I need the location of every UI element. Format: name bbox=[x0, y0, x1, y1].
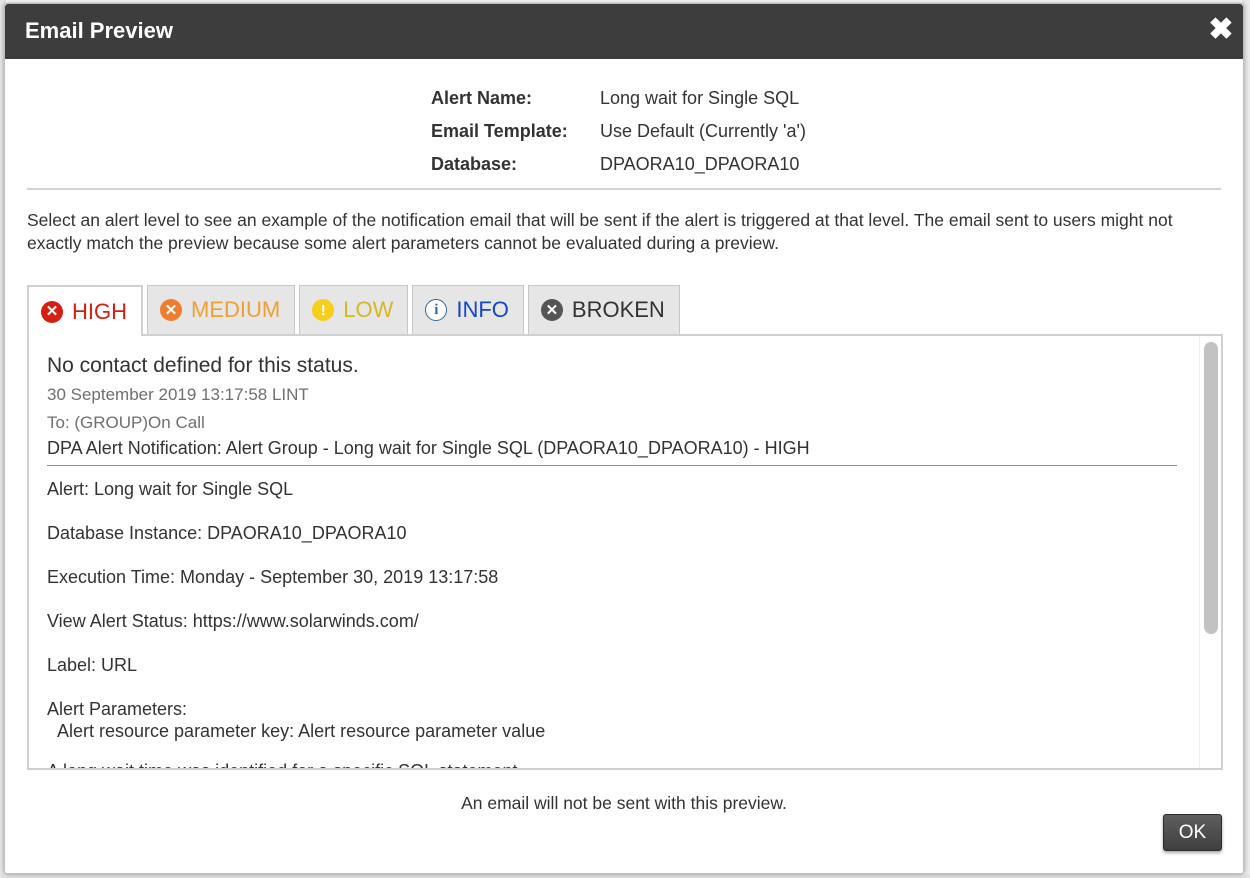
tab-label: LOW bbox=[343, 297, 394, 322]
email-body-line: Database Instance: DPAORA10_DPAORA10 bbox=[47, 523, 407, 543]
email-body-line: View Alert Status: https://www.solarwind… bbox=[47, 611, 419, 631]
email-date: 30 September 2019 13:17:58 LINT bbox=[47, 385, 309, 404]
email-divider bbox=[47, 465, 1177, 466]
email-body-line: Alert Parameters: bbox=[47, 699, 188, 719]
dialog-title: Email Preview bbox=[25, 18, 173, 43]
email-recipient: To: (GROUP)On Call bbox=[47, 413, 205, 432]
email-body-line-cutoff: A long wait time was identified for a sp… bbox=[47, 761, 518, 768]
meta-label: Email Template: bbox=[431, 121, 568, 141]
close-icon[interactable]: ✖ bbox=[1207, 14, 1235, 46]
email-body-line: Execution Time: Monday - September 30, 2… bbox=[47, 567, 499, 587]
email-body-line: Alert: Long wait for Single SQL bbox=[47, 479, 294, 499]
email-subject: No contact defined for this status. bbox=[47, 354, 359, 377]
email-body-line: Label: URL bbox=[47, 655, 138, 675]
tab-label: HIGH bbox=[72, 298, 127, 324]
x-circle-icon: ✕ bbox=[41, 300, 63, 323]
preview-scrollbar[interactable] bbox=[1199, 336, 1221, 768]
alert-meta: Alert Name: Long wait for Single SQL Ema… bbox=[431, 82, 806, 181]
dialog-titlebar: Email Preview ✖ bbox=[5, 4, 1243, 59]
tab-broken[interactable]: ✕ BROKEN bbox=[527, 285, 680, 334]
meta-row-database: Database: DPAORA10_DPAORA10 bbox=[431, 148, 806, 181]
divider bbox=[27, 188, 1221, 190]
background-page-bottom bbox=[0, 874, 1250, 878]
meta-label: Database: bbox=[431, 154, 518, 174]
tab-medium[interactable]: ✕ MEDIUM bbox=[147, 285, 296, 334]
ok-button[interactable]: OK bbox=[1163, 814, 1222, 851]
meta-row-email-template: Email Template: Use Default (Currently '… bbox=[431, 115, 806, 148]
instructions-text: Select an alert level to see an example … bbox=[27, 210, 1173, 253]
tab-high[interactable]: ✕ HIGH bbox=[27, 285, 143, 336]
email-preview-dialog: Email Preview ✖ Alert Name: Long wait fo… bbox=[4, 3, 1244, 874]
info-circle-icon: i bbox=[425, 299, 448, 321]
meta-label: Alert Name: bbox=[431, 88, 533, 108]
x-circle-icon: ✕ bbox=[540, 299, 563, 321]
exclamation-circle-icon: ! bbox=[312, 299, 335, 321]
x-circle-icon: ✕ bbox=[160, 299, 182, 321]
email-preview-pane[interactable]: No contact defined for this status. 30 S… bbox=[27, 334, 1223, 770]
meta-row-alert-name: Alert Name: Long wait for Single SQL bbox=[431, 82, 806, 115]
tab-info[interactable]: i INFO bbox=[412, 285, 524, 334]
scrollbar-thumb[interactable] bbox=[1204, 342, 1218, 634]
tab-label: BROKEN bbox=[571, 297, 665, 322]
tab-label: MEDIUM bbox=[191, 297, 281, 322]
meta-value: Long wait for Single SQL bbox=[600, 88, 800, 108]
meta-value: DPAORA10_DPAORA10 bbox=[600, 154, 800, 174]
tab-low[interactable]: ! LOW bbox=[299, 285, 409, 334]
email-param-line: Alert resource parameter key: Alert reso… bbox=[57, 721, 546, 741]
email-headline: DPA Alert Notification: Alert Group - Lo… bbox=[47, 438, 810, 458]
alert-level-tabs: ✕ HIGH ✕ MEDIUM ! LOW i INFO ✕ BROKEN bbox=[27, 285, 684, 336]
tab-label: INFO bbox=[456, 297, 509, 322]
meta-value: Use Default (Currently 'a') bbox=[600, 121, 806, 141]
preview-footer-note: An email will not be sent with this prev… bbox=[461, 793, 787, 813]
